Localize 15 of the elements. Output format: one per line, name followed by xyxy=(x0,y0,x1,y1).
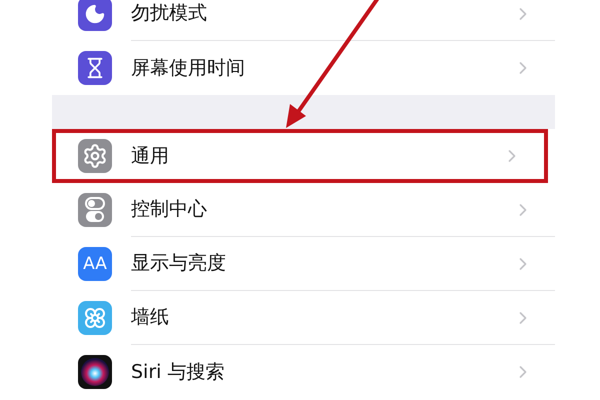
moon-icon xyxy=(78,0,112,31)
row-label: 墙纸 xyxy=(131,305,170,330)
text-size-icon: AA xyxy=(78,247,112,281)
flower-icon xyxy=(78,301,112,335)
row-label: 控制中心 xyxy=(131,197,208,222)
row-label: 显示与亮度 xyxy=(131,251,227,276)
row-label: 屏幕使用时间 xyxy=(131,56,246,81)
orb-icon xyxy=(78,355,112,389)
row-label: 勿扰模式 xyxy=(131,1,208,26)
toggles-icon xyxy=(78,193,112,227)
row-label: 通用 xyxy=(131,144,170,169)
hourglass-icon xyxy=(78,51,112,85)
row-label: Siri 与搜索 xyxy=(131,360,226,385)
settings-row[interactable]: 通用 xyxy=(52,129,548,183)
settings-icon xyxy=(78,139,112,173)
